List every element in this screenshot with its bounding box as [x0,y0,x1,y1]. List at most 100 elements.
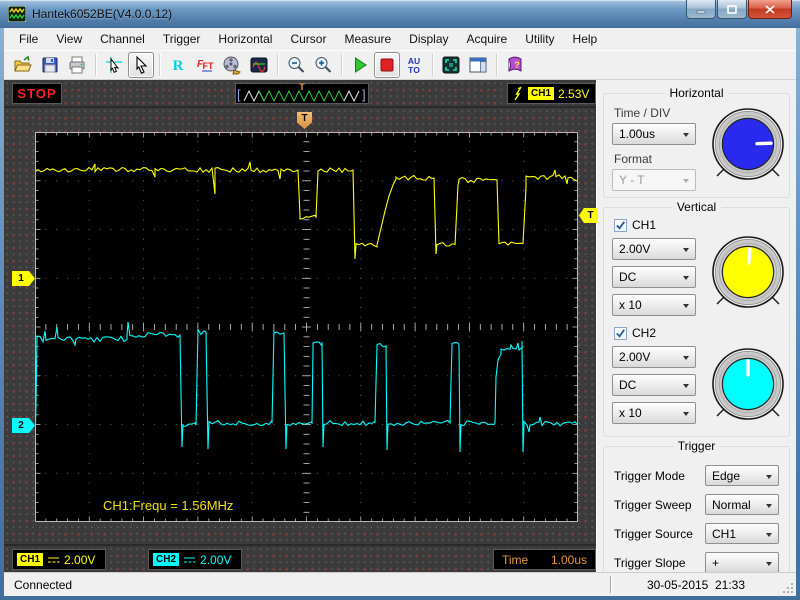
pointer-icon [131,55,151,75]
trigger-position-marker[interactable]: T [297,112,312,129]
trigger-source-badge: CH1 [528,87,554,100]
ch1-label: CH1 [632,218,656,232]
status-divider [610,576,612,593]
ch2-badge: CH2 [153,553,179,566]
ch1-position-marker[interactable]: 1 [12,271,35,286]
open-file-button[interactable] [10,52,36,78]
record-icon [222,55,242,75]
auto-set-button[interactable]: AUTO [401,52,427,78]
trigger-source-select[interactable]: CH1 [705,523,779,544]
menu-file[interactable]: File [10,29,47,49]
print-icon [67,55,87,75]
auto-set-icon: AUTO [404,55,424,75]
ch2-volts-select[interactable]: 2.00V [612,346,696,368]
app-logo-icon [8,6,26,22]
status-bar: Connected 30-05-2015 21:33 [4,572,796,596]
menu-horizontal[interactable]: Horizontal [209,29,281,49]
cursor-measure-icon [104,55,124,75]
toolbar-separator [432,54,434,76]
control-panel: Horizontal Time / DIV 1.00us Format Y - … [596,80,796,572]
menu-view[interactable]: View [47,29,91,49]
trigger-group-title: Trigger [673,439,721,453]
toolbar-separator [277,54,279,76]
reference-wave-icon: R [168,55,188,75]
time-div-select[interactable]: 1.00us [612,123,696,145]
ch2-enable-checkbox[interactable] [614,327,627,340]
format-label: Format [614,152,708,166]
menu-utility[interactable]: Utility [516,29,563,49]
pointer-button[interactable] [128,52,154,78]
open-file-icon [13,55,33,75]
fft-icon: FFT [195,55,215,75]
menu-help[interactable]: Help [564,29,607,49]
ch1-position-knob[interactable] [709,234,787,312]
print-button[interactable] [64,52,90,78]
ch2-readout: CH2 2.00V [148,549,242,570]
maximize-button[interactable] [717,0,747,19]
vertical-group-title: Vertical [672,200,721,214]
trigger-source-label: Trigger Source [614,527,693,541]
ch1-coupling-select[interactable]: DC [612,266,696,288]
reference-wave-button[interactable]: R [165,52,191,78]
start-button[interactable] [347,52,373,78]
svg-text:?: ? [514,60,520,70]
trigger-slope-select[interactable]: + [705,552,779,573]
zoom-out-button[interactable] [283,52,309,78]
ch1-enable-checkbox[interactable] [614,219,627,232]
ch2-position-marker[interactable]: 2 [12,418,35,433]
format-select: Y - T [612,169,696,191]
time-value: 1.00us [551,553,587,567]
menu-measure[interactable]: Measure [335,29,400,49]
toolbar-separator [496,54,498,76]
ch1-badge: CH1 [17,553,43,566]
resize-grip[interactable] [782,582,794,594]
ch1-scale-value: 2.00V [64,553,95,567]
ch2-position-knob[interactable] [709,346,787,424]
window-layout-button[interactable] [465,52,491,78]
menu-trigger[interactable]: Trigger [154,29,210,49]
trigger-readout: CH1 2.53V [507,83,596,104]
help-button[interactable]: ? [502,52,528,78]
acquisition-preview[interactable]: T [] [235,83,369,104]
menu-acquire[interactable]: Acquire [458,29,517,49]
pass-fail-button[interactable] [246,52,272,78]
stop-button[interactable] [374,52,400,78]
full-screen-button[interactable] [438,52,464,78]
window-title: Hantek6052BE(V4.0.0.12) [32,7,172,21]
menu-display[interactable]: Display [400,29,457,49]
title-bar[interactable]: Hantek6052BE(V4.0.0.12) [0,0,800,28]
full-screen-icon [441,55,461,75]
datetime: 30-05-2015 21:33 [616,578,776,592]
minimize-button[interactable] [686,0,716,19]
ch2-probe-select[interactable]: x 10 [612,402,696,424]
horizontal-position-knob[interactable] [709,106,787,184]
ch2-coupling-select[interactable]: DC [612,374,696,396]
pass-fail-icon [249,55,269,75]
menu-cursor[interactable]: Cursor [281,29,335,49]
trigger-mode-select[interactable]: Edge [705,465,779,486]
fft-button[interactable]: FFT [192,52,218,78]
close-button[interactable] [748,0,792,19]
save-icon [40,55,60,75]
ch1-readout: CH1 2.00V [12,549,106,570]
scope-status-bar: STOP T [] CH1 2.53V [4,80,596,108]
svg-text:T: T [208,61,214,71]
trigger-mode-label: Trigger Mode [614,469,685,483]
zoom-in-button[interactable] [310,52,336,78]
scope-grid [35,132,578,522]
cursor-measure-button[interactable] [101,52,127,78]
trigger-sweep-select[interactable]: Normal [705,494,779,515]
record-button[interactable] [219,52,245,78]
save-button[interactable] [37,52,63,78]
trigger-level-marker[interactable]: T [579,208,598,223]
vertical-group: Vertical CH1 2.00V DC x 10 [603,207,790,437]
ch1-volts-select[interactable]: 2.00V [612,238,696,260]
trigger-level-value: 2.53V [558,87,589,101]
toolbar-separator [95,54,97,76]
run-state: STOP [12,83,62,104]
dc-coupling-icon [47,555,60,565]
ch1-probe-select[interactable]: x 10 [612,294,696,316]
menu-channel[interactable]: Channel [91,29,154,49]
ch2-label: CH2 [632,326,656,340]
time-label: Time [502,553,528,567]
